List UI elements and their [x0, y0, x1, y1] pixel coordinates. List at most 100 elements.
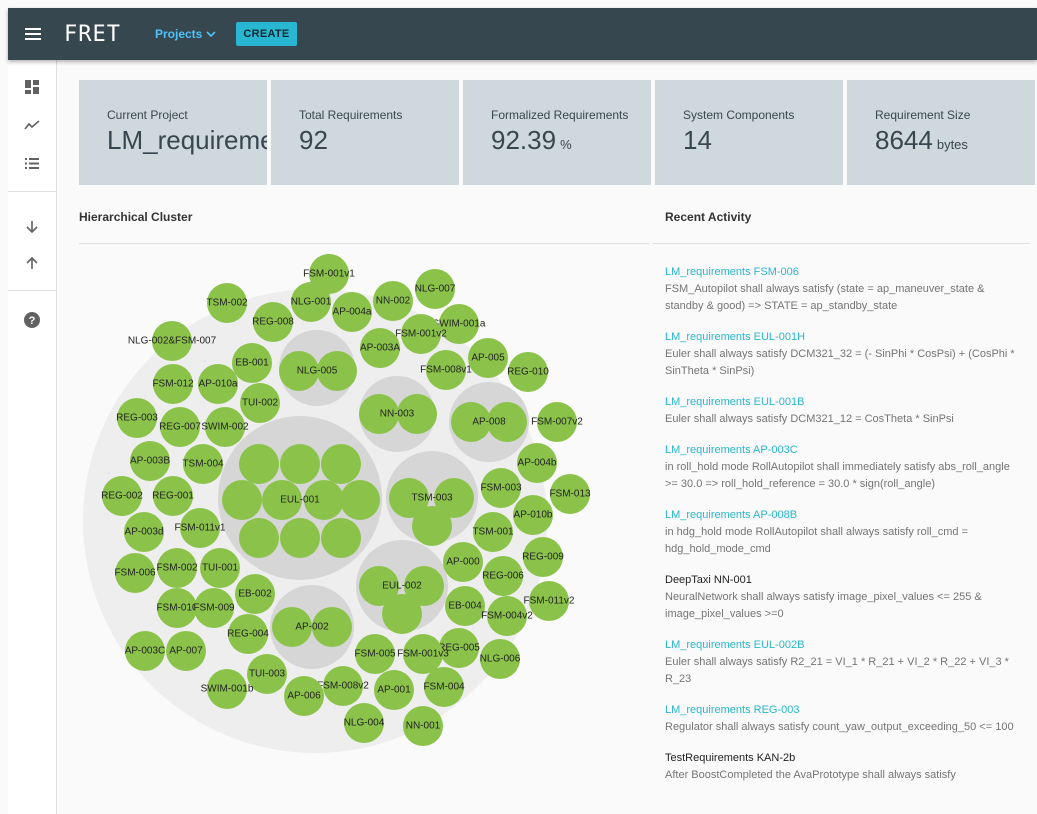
arrow-down-icon[interactable]: [8, 207, 56, 247]
sidebar: ?: [8, 60, 57, 814]
cluster-node[interactable]: [340, 480, 380, 520]
cluster-node-label: NLG-007: [415, 284, 456, 295]
card-label: Formalized Requirements: [491, 108, 629, 122]
cluster-node[interactable]: [239, 518, 279, 558]
cluster-node-label: AP-003d: [125, 527, 164, 538]
activity-item-title[interactable]: LM_requirements EUL-001B: [665, 394, 1025, 411]
cluster-node-label: REG-008: [252, 317, 294, 328]
cluster-node-label: TUI-001: [202, 563, 239, 574]
cluster-node-label: AP-000: [446, 557, 480, 568]
activity-item-text: Euler shall always satisfy DCM321_32 = (…: [665, 348, 1015, 377]
card-value: LM_requirements: [107, 125, 267, 155]
cluster-node-label: TSM-002: [206, 298, 248, 309]
card-value: 92: [299, 125, 328, 155]
card-value: 8644 bytes: [875, 125, 968, 155]
card-label: Total Requirements: [299, 108, 403, 122]
svg-text:?: ?: [29, 315, 36, 327]
cluster-node-label: NN-002: [376, 296, 411, 307]
activity-item-text: Regulator shall always satisfy count_yaw…: [665, 721, 1014, 733]
cluster-node-label: AP-003C: [125, 646, 166, 657]
current-project-card: Current Project LM_requirements: [79, 80, 267, 185]
app-bar: FRET Projects CREATE: [8, 8, 1037, 60]
cluster-node[interactable]: [222, 480, 262, 520]
activity-item-title[interactable]: LM_requirements EUL-002B: [665, 637, 1025, 654]
cluster-node[interactable]: [321, 444, 361, 484]
cluster-node-label: TUI-003: [249, 669, 286, 680]
cluster-node-label: SWIM-002: [201, 422, 249, 433]
cluster-node-label: FSM-007v2: [531, 417, 583, 428]
arrow-up-icon[interactable]: [8, 243, 56, 283]
hierarchical-cluster: EUL-001 NLG-005 NN-003 AP-008 TSM-003 EUL-002…: [83, 254, 591, 753]
projects-menu[interactable]: Projects: [155, 27, 216, 41]
activity-item-title[interactable]: LM_requirements REG-003: [665, 702, 1025, 719]
cluster-node[interactable]: [280, 518, 320, 558]
activity-item-title[interactable]: LM_requirements EUL-001H: [665, 329, 1025, 346]
card-unit: bytes: [936, 137, 968, 152]
cluster-group-label: NLG-005: [297, 366, 338, 377]
cluster-title: Hierarchical Cluster: [79, 210, 193, 224]
activity-item-title[interactable]: LM_requirements AP-008B: [665, 507, 1025, 524]
cluster-node-label: REG-004: [227, 629, 269, 640]
cluster-node-label: REG-007: [159, 422, 201, 433]
card-label: Requirement Size: [875, 108, 971, 122]
cluster-node-label: FSM-011v1: [175, 523, 226, 534]
menu-icon[interactable]: [8, 8, 58, 60]
cluster-node-label: FSM-002: [156, 563, 198, 574]
cluster-group-label: AP-002: [295, 622, 329, 633]
cluster-node-label: FSM-003: [480, 483, 522, 494]
sidebar-divider: [8, 290, 56, 291]
cluster-node-label: AP-004b: [518, 458, 557, 469]
cluster-node-label: FSM-001v3: [397, 649, 449, 660]
cluster-node[interactable]: [280, 444, 320, 484]
help-icon[interactable]: ?: [8, 300, 56, 340]
system-components-card: System Components 14: [655, 80, 843, 185]
activity-item-title[interactable]: LM_requirements FSM-006: [665, 264, 1025, 281]
cluster-node-label: AP-010a: [199, 379, 238, 390]
cluster-node-label: NLG-004: [344, 718, 385, 729]
trending-icon[interactable]: [8, 105, 56, 145]
activity-item-title[interactable]: LM_requirements AP-003C: [665, 442, 1025, 459]
activity-item: TestRequirements KAN-2b After BoostComple…: [665, 750, 1025, 784]
activity-item: DeepTaxi NN-001 NeuralNetwork shall alway…: [665, 572, 1025, 623]
cluster-node-label: REG-002: [101, 491, 143, 502]
cluster-node-label: AP-010b: [514, 510, 553, 521]
dashboard-icon[interactable]: [8, 67, 56, 107]
cluster-node-label: FSM-013: [549, 489, 591, 500]
cluster-group-label: AP-008: [472, 417, 506, 428]
create-button[interactable]: CREATE: [236, 22, 297, 46]
activity-item-text: FSM_Autopilot shall always satisfy (stat…: [665, 283, 985, 312]
cluster-node-label: NLG-001: [291, 297, 332, 308]
cluster-node[interactable]: [321, 518, 361, 558]
section-divider: [79, 243, 649, 244]
cluster-node-label: FSM-009: [193, 603, 235, 614]
cluster-node-label: FSM-008v2: [317, 681, 369, 692]
cluster-node[interactable]: [239, 444, 279, 484]
cluster-node-label: FSM-004v2: [481, 611, 533, 622]
cluster-node-label: EB-002: [238, 589, 272, 600]
cluster-node-label: REG-006: [482, 571, 524, 582]
cluster-node-label: REG-009: [522, 552, 564, 563]
activity-item-text: After BoostCompleted the AvaPrototype sh…: [665, 769, 956, 781]
cluster-node-label: AP-007: [169, 646, 203, 657]
cluster-node-label: NLG-006: [480, 654, 521, 665]
section-divider: [653, 243, 1030, 244]
cluster-node-label: REG-010: [507, 367, 549, 378]
sidebar-divider: [8, 191, 56, 192]
cluster-group-label: TSM-003: [411, 493, 453, 504]
card-unit: %: [560, 137, 572, 152]
cluster-group-label: EUL-002: [382, 581, 422, 592]
cluster-node-label: FSM-011v2: [524, 596, 575, 607]
cluster-node[interactable]: [412, 506, 452, 546]
requirement-size-card: Requirement Size 8644 bytes: [847, 80, 1035, 185]
cluster-node-label: AP-004a: [333, 307, 372, 318]
cluster-node-label: SWIM-001b: [201, 684, 254, 695]
activity-item: LM_requirements EUL-001B Euler shall alwa…: [665, 394, 1025, 428]
cluster-node-label: FSM-010: [156, 603, 198, 614]
activity-item-text: NeuralNetwork shall always satisfy image…: [665, 591, 982, 620]
cluster-node-label: AP-003A: [360, 343, 400, 354]
cluster-node-label: EB-001: [235, 358, 269, 369]
cluster-group-label: NN-003: [380, 409, 415, 420]
cluster-node[interactable]: [382, 594, 422, 634]
list-icon[interactable]: [8, 143, 56, 183]
cluster-node-label: FSM-001v2: [395, 329, 447, 340]
